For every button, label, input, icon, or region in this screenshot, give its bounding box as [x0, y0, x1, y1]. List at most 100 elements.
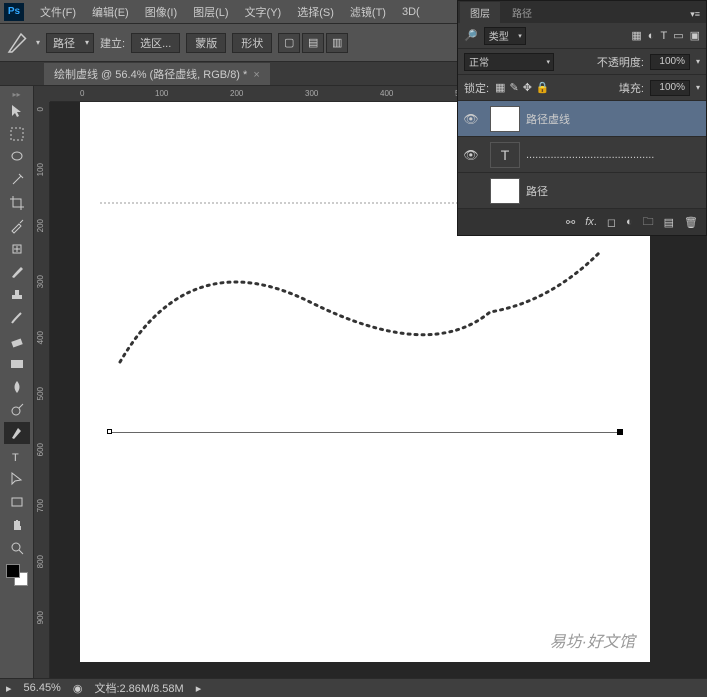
path-select-tool[interactable] — [4, 468, 30, 490]
layer-thumbnail — [490, 178, 520, 204]
zoom-level[interactable]: 56.45% — [24, 682, 61, 694]
status-expand-icon[interactable]: ▸ — [6, 682, 12, 695]
opacity-flyout-icon[interactable]: ▾ — [696, 57, 700, 66]
crop-tool[interactable] — [4, 192, 30, 214]
ruler-tick: 0 — [80, 89, 84, 98]
ruler-tick: 200 — [36, 219, 45, 232]
color-swatch[interactable] — [6, 564, 28, 586]
lock-transparency-icon[interactable]: ▦ — [495, 81, 505, 94]
layer-thumbnail: T — [490, 142, 520, 168]
lock-position-icon[interactable]: ✥ — [523, 81, 532, 94]
delete-layer-icon[interactable]: 🗑 — [684, 216, 698, 229]
menu-type[interactable]: 文字(Y) — [237, 1, 290, 23]
lock-pixels-icon[interactable]: ✎ — [509, 81, 518, 94]
filter-kind-dropdown[interactable]: 类型 — [484, 27, 526, 45]
layer-item[interactable]: 路径 — [458, 173, 706, 209]
ruler-tick: 400 — [36, 331, 45, 344]
path-anchor-end[interactable] — [617, 429, 623, 435]
status-bar: ▸ 56.45% ◉ 文档:2.86M/8.58M ▸ — [0, 678, 707, 697]
layer-fx-icon[interactable]: fx. — [585, 216, 597, 228]
filter-pixel-icon[interactable]: ▦ — [631, 29, 641, 42]
fill-flyout-icon[interactable]: ▾ — [696, 83, 700, 92]
paths-tab[interactable]: 路径 — [502, 2, 542, 23]
menu-3d[interactable]: 3D( — [394, 3, 428, 21]
menu-layer[interactable]: 图层(L) — [185, 1, 236, 23]
filter-smart-icon[interactable]: ▣ — [690, 29, 700, 42]
layer-mask-icon[interactable]: ◻ — [607, 216, 616, 229]
panel-menu-icon[interactable]: ▾≡ — [684, 6, 706, 23]
menu-select[interactable]: 选择(S) — [289, 1, 342, 23]
lasso-tool[interactable] — [4, 146, 30, 168]
ruler-tick: 100 — [36, 163, 45, 176]
ruler-tick: 600 — [36, 443, 45, 456]
menu-file[interactable]: 文件(F) — [32, 1, 84, 23]
status-view-icon[interactable]: ◉ — [73, 682, 83, 695]
hand-tool[interactable] — [4, 514, 30, 536]
layer-item[interactable]: 👁 T......................................… — [458, 137, 706, 173]
stamp-tool[interactable] — [4, 284, 30, 306]
document-tab[interactable]: 绘制虚线 @ 56.4% (路径虚线, RGB/8) *× — [44, 63, 270, 85]
ruler-tick: 400 — [380, 89, 393, 98]
wand-tool[interactable] — [4, 169, 30, 191]
menu-filter[interactable]: 滤镜(T) — [342, 1, 394, 23]
eyedropper-tool[interactable] — [4, 215, 30, 237]
doc-size[interactable]: 文档:2.86M/8.58M — [94, 680, 183, 696]
move-tool[interactable] — [4, 100, 30, 122]
lock-all-icon[interactable]: 🔒 — [536, 81, 550, 94]
ruler-tick: 800 — [36, 555, 45, 568]
rectangle-tool[interactable] — [4, 491, 30, 513]
path-arrange-icon[interactable]: ▥ — [326, 33, 348, 53]
menu-image[interactable]: 图像(I) — [137, 1, 185, 23]
opacity-input[interactable]: 100% — [650, 54, 690, 70]
layer-name: ........................................… — [526, 149, 654, 161]
marquee-tool[interactable] — [4, 123, 30, 145]
filter-adjust-icon[interactable]: ◐ — [648, 30, 655, 42]
visibility-toggle[interactable]: 👁 — [458, 112, 484, 126]
ruler-tick: 700 — [36, 499, 45, 512]
gradient-tool[interactable] — [4, 353, 30, 375]
eraser-tool[interactable] — [4, 330, 30, 352]
ruler-tick: 500 — [36, 387, 45, 400]
brush-tool[interactable] — [4, 261, 30, 283]
dotted-curve-path — [110, 252, 610, 372]
chevron-down-icon[interactable]: ▾ — [36, 38, 40, 47]
new-layer-icon[interactable]: ▤ — [664, 216, 674, 229]
healing-tool[interactable] — [4, 238, 30, 260]
make-mask-button[interactable]: 蒙版 — [186, 33, 226, 53]
link-layers-icon[interactable]: ⚯ — [566, 216, 575, 229]
dodge-tool[interactable] — [4, 399, 30, 421]
layer-item[interactable]: 👁路径虚线 — [458, 101, 706, 137]
ruler-vertical[interactable]: 0100200300400500600700800900 — [34, 102, 50, 678]
status-arrow-icon[interactable]: ▸ — [196, 682, 202, 695]
filter-shape-icon[interactable]: ▭ — [673, 29, 683, 42]
pen-tool[interactable] — [4, 422, 30, 444]
close-tab-icon[interactable]: × — [253, 69, 259, 81]
ruler-tick: 100 — [155, 89, 168, 98]
path-align-icon[interactable]: ▤ — [302, 33, 324, 53]
layers-panel: 图层 路径 ▾≡ 🔎 类型 ▦ ◐ T ▭ ▣ 正常 不透明度: 100% ▾ … — [457, 0, 707, 236]
type-tool[interactable]: T — [4, 445, 30, 467]
filter-type-icon[interactable]: T — [660, 30, 667, 42]
straight-path[interactable] — [110, 432, 620, 433]
svg-text:T: T — [12, 452, 19, 464]
visibility-toggle[interactable]: 👁 — [458, 148, 484, 162]
path-combine-icon[interactable]: ▢ — [278, 33, 300, 53]
history-brush-tool[interactable] — [4, 307, 30, 329]
tool-mode-dropdown[interactable]: 路径 — [46, 33, 94, 53]
blend-mode-dropdown[interactable]: 正常 — [464, 53, 554, 71]
blur-tool[interactable] — [4, 376, 30, 398]
search-icon: 🔎 — [464, 29, 478, 42]
menu-edit[interactable]: 编辑(E) — [84, 1, 137, 23]
ruler-tick: 200 — [230, 89, 243, 98]
layers-tab[interactable]: 图层 — [460, 2, 500, 23]
layer-group-icon[interactable]: 🗀 — [643, 213, 654, 232]
path-anchor-start[interactable] — [107, 429, 112, 434]
tools-panel: ▸▸ T — [0, 86, 34, 678]
adjustment-layer-icon[interactable]: ◐ — [626, 216, 633, 228]
fill-input[interactable]: 100% — [650, 80, 690, 96]
zoom-tool[interactable] — [4, 537, 30, 559]
app-logo: Ps — [4, 3, 24, 21]
make-selection-button[interactable]: 选区... — [131, 33, 180, 53]
layers-footer: ⚯ fx. ◻ ◐ 🗀 ▤ 🗑 — [458, 209, 706, 235]
make-shape-button[interactable]: 形状 — [232, 33, 272, 53]
